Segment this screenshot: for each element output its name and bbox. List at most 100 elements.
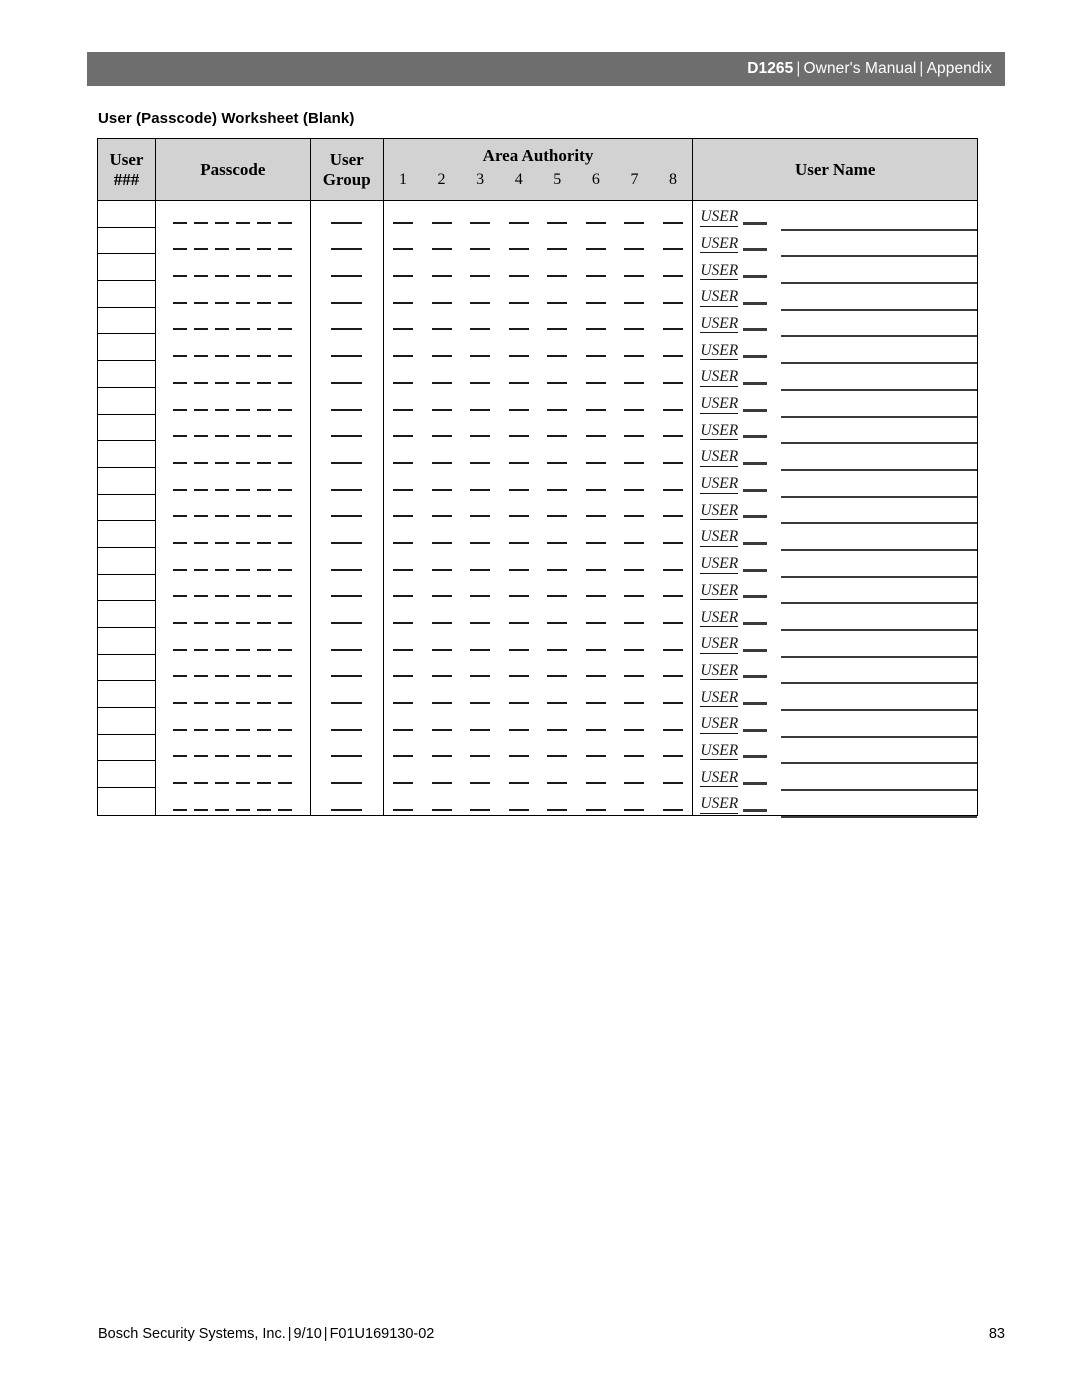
area-authority-fill-cell[interactable] bbox=[615, 408, 654, 411]
cell-user-group[interactable] bbox=[311, 281, 384, 308]
cell-area-authority[interactable] bbox=[384, 681, 694, 709]
cell-user-group[interactable] bbox=[311, 307, 384, 335]
area-authority-fill-cell[interactable] bbox=[499, 702, 538, 705]
area-authority-fill-cell[interactable] bbox=[461, 702, 500, 705]
area-authority-fill-cell[interactable] bbox=[577, 595, 616, 598]
cell-passcode[interactable] bbox=[156, 601, 311, 628]
area-authority-fill-cell[interactable] bbox=[499, 755, 538, 758]
cell-user-name[interactable]: USER bbox=[693, 548, 977, 578]
area-authority-fill-cell[interactable] bbox=[384, 381, 423, 384]
area-authority-fill-cell[interactable] bbox=[538, 728, 577, 731]
area-authority-fill-cell[interactable] bbox=[654, 595, 693, 598]
area-authority-fill-cell[interactable] bbox=[422, 648, 461, 651]
area-authority-fill-cell[interactable] bbox=[577, 408, 616, 411]
area-authority-fill-cell[interactable] bbox=[499, 355, 538, 358]
area-authority-fill-cell[interactable] bbox=[615, 301, 654, 304]
area-authority-fill-cell[interactable] bbox=[499, 328, 538, 331]
cell-user-name[interactable]: USER bbox=[693, 575, 977, 605]
area-authority-fill-cell[interactable] bbox=[615, 675, 654, 678]
area-authority-fill-cell[interactable] bbox=[422, 568, 461, 571]
cell-passcode[interactable] bbox=[156, 494, 311, 522]
cell-user-name[interactable]: USER bbox=[693, 655, 977, 685]
area-authority-fill-cell[interactable] bbox=[654, 488, 693, 491]
area-authority-fill-cell[interactable] bbox=[615, 595, 654, 598]
cell-user-number[interactable] bbox=[98, 734, 156, 762]
area-authority-fill-cell[interactable] bbox=[538, 515, 577, 518]
area-authority-fill-cell[interactable] bbox=[615, 328, 654, 331]
cell-passcode[interactable] bbox=[156, 521, 311, 548]
area-authority-fill-cell[interactable] bbox=[499, 408, 538, 411]
area-authority-fill-cell[interactable] bbox=[461, 301, 500, 304]
cell-passcode[interactable] bbox=[156, 254, 311, 282]
area-authority-fill-cell[interactable] bbox=[384, 648, 423, 651]
cell-user-group[interactable] bbox=[311, 708, 384, 735]
cell-area-authority[interactable] bbox=[384, 788, 694, 815]
cell-user-group[interactable] bbox=[311, 761, 384, 789]
area-authority-fill-cell[interactable] bbox=[384, 675, 423, 678]
area-authority-fill-cell[interactable] bbox=[654, 541, 693, 544]
cell-passcode[interactable] bbox=[156, 761, 311, 789]
area-authority-fill-cell[interactable] bbox=[577, 728, 616, 731]
area-authority-fill-cell[interactable] bbox=[577, 461, 616, 464]
area-authority-fill-cell[interactable] bbox=[461, 648, 500, 651]
area-authority-fill-cell[interactable] bbox=[654, 435, 693, 438]
cell-user-number[interactable] bbox=[98, 254, 156, 282]
area-authority-fill-cell[interactable] bbox=[461, 381, 500, 384]
cell-user-number[interactable] bbox=[98, 387, 156, 415]
area-authority-fill-cell[interactable] bbox=[615, 755, 654, 758]
area-authority-fill-cell[interactable] bbox=[499, 541, 538, 544]
area-authority-fill-cell[interactable] bbox=[577, 221, 616, 224]
cell-user-name[interactable]: USER bbox=[693, 468, 977, 498]
area-authority-fill-cell[interactable] bbox=[461, 221, 500, 224]
area-authority-fill-cell[interactable] bbox=[615, 461, 654, 464]
area-authority-fill-cell[interactable] bbox=[577, 435, 616, 438]
area-authority-fill-cell[interactable] bbox=[654, 728, 693, 731]
area-authority-fill-cell[interactable] bbox=[422, 408, 461, 411]
cell-user-name[interactable]: USER bbox=[693, 601, 977, 631]
area-authority-fill-cell[interactable] bbox=[577, 381, 616, 384]
area-authority-fill-cell[interactable] bbox=[538, 381, 577, 384]
area-authority-fill-cell[interactable] bbox=[615, 568, 654, 571]
area-authority-fill-cell[interactable] bbox=[615, 728, 654, 731]
area-authority-fill-cell[interactable] bbox=[499, 808, 538, 811]
area-authority-fill-cell[interactable] bbox=[461, 568, 500, 571]
area-authority-fill-cell[interactable] bbox=[615, 782, 654, 785]
cell-user-number[interactable] bbox=[98, 494, 156, 522]
cell-area-authority[interactable] bbox=[384, 574, 694, 602]
cell-user-number[interactable] bbox=[98, 281, 156, 308]
area-authority-fill-cell[interactable] bbox=[499, 595, 538, 598]
cell-passcode[interactable] bbox=[156, 361, 311, 388]
cell-user-group[interactable] bbox=[311, 734, 384, 762]
cell-area-authority[interactable] bbox=[384, 254, 694, 282]
area-authority-fill-cell[interactable] bbox=[538, 408, 577, 411]
area-authority-fill-cell[interactable] bbox=[499, 648, 538, 651]
area-authority-fill-cell[interactable] bbox=[422, 755, 461, 758]
cell-user-number[interactable] bbox=[98, 227, 156, 255]
cell-user-number[interactable] bbox=[98, 307, 156, 335]
area-authority-fill-cell[interactable] bbox=[538, 248, 577, 251]
area-authority-fill-cell[interactable] bbox=[384, 515, 423, 518]
area-authority-fill-cell[interactable] bbox=[499, 622, 538, 624]
area-authority-fill-cell[interactable] bbox=[499, 515, 538, 518]
area-authority-fill-cell[interactable] bbox=[577, 808, 616, 811]
cell-area-authority[interactable] bbox=[384, 361, 694, 388]
cell-user-group[interactable] bbox=[311, 254, 384, 282]
area-authority-fill-cell[interactable] bbox=[461, 808, 500, 811]
area-authority-fill-cell[interactable] bbox=[654, 648, 693, 651]
area-authority-fill-cell[interactable] bbox=[384, 461, 423, 464]
area-authority-fill-cell[interactable] bbox=[384, 782, 423, 785]
area-authority-fill-cell[interactable] bbox=[384, 328, 423, 331]
area-authority-fill-cell[interactable] bbox=[538, 782, 577, 785]
cell-passcode[interactable] bbox=[156, 414, 311, 442]
area-authority-fill-cell[interactable] bbox=[461, 622, 500, 624]
cell-user-name[interactable]: USER bbox=[693, 788, 977, 818]
cell-user-name[interactable]: USER bbox=[693, 388, 977, 418]
area-authority-fill-cell[interactable] bbox=[654, 808, 693, 811]
cell-user-number[interactable] bbox=[98, 441, 156, 468]
cell-user-number[interactable] bbox=[98, 334, 156, 362]
cell-user-number[interactable] bbox=[98, 654, 156, 682]
area-authority-fill-cell[interactable] bbox=[422, 221, 461, 224]
area-authority-fill-cell[interactable] bbox=[422, 248, 461, 251]
cell-user-group[interactable] bbox=[311, 521, 384, 548]
area-authority-fill-cell[interactable] bbox=[538, 541, 577, 544]
